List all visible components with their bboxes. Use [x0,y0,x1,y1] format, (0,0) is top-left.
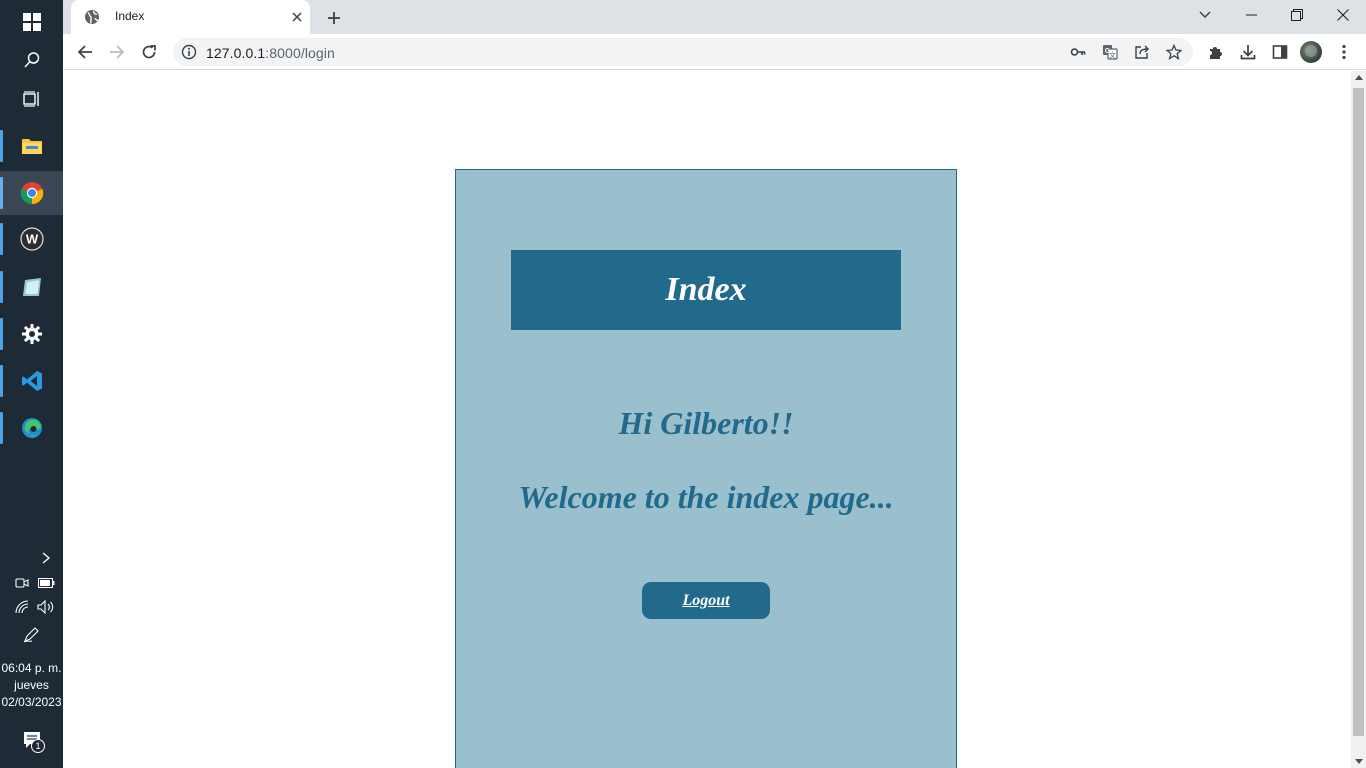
battery-icon [37,578,54,588]
tab-index[interactable]: Index [71,0,310,34]
restore-icon [1291,9,1303,21]
notes-app-icon [22,278,41,296]
pen-icon [23,627,39,643]
wamp-icon: W [19,227,44,251]
clock-day: jueves [14,678,49,692]
restore-button[interactable] [1274,0,1320,30]
folder-icon [21,139,42,154]
extensions-button[interactable] [1205,41,1227,63]
arrow-right-icon [110,45,125,59]
clock-time: 06:04 p. m. [1,661,62,675]
close-tab-icon[interactable] [290,10,304,29]
taskbar-file-explorer[interactable] [0,124,63,168]
reload-button[interactable] [138,41,160,63]
camera-icon [15,578,29,588]
minimize-button[interactable] [1228,0,1274,30]
scroll-down-arrow-icon[interactable] [1355,759,1363,764]
kebab-menu-icon [1342,44,1346,60]
svg-text:W: W [25,232,38,247]
tab-search-button[interactable] [1182,0,1228,30]
share-icon[interactable] [1134,44,1150,65]
url-text: 127.0.0.1:8000/login [206,45,335,61]
download-icon [1240,45,1256,60]
plus-icon [328,12,340,24]
show-hidden-icons-button[interactable] [38,550,54,566]
taskbar-notes[interactable] [0,265,63,309]
logout-link[interactable]: Logout [682,592,729,610]
windows-logo-icon [22,13,41,31]
scroll-thumb[interactable] [1353,88,1364,736]
close-window-button[interactable] [1320,0,1366,30]
chrome-window: Index 127.0.0.1:8000/login G 文 Index Hi … [63,0,1366,768]
page-viewport: Index Hi Gilberto!! Welcome to the index… [63,71,1351,768]
key-icon[interactable] [1070,44,1086,65]
side-panel-button[interactable] [1269,41,1291,63]
network-button[interactable] [14,599,30,615]
gear-icon [21,324,42,344]
forward-button[interactable] [106,41,128,63]
svg-text:文: 文 [1109,51,1116,60]
chrome-icon [20,182,43,205]
battery-button[interactable] [37,575,55,591]
page-scrollbar[interactable] [1351,71,1366,768]
puzzle-icon [1210,47,1222,59]
task-view-button[interactable] [0,77,63,121]
translate-icon[interactable]: G 文 [1102,44,1118,65]
meet-now-button[interactable] [14,575,30,591]
tab-strip: Index [63,0,1366,34]
site-info-icon[interactable] [181,44,197,65]
taskbar-settings[interactable] [0,312,63,356]
minimize-icon [1245,14,1257,16]
greeting-text: Hi Gilberto!! [618,405,794,441]
pen-workspace-button[interactable] [22,626,40,644]
downloads-button[interactable] [1237,41,1259,63]
close-icon [1337,9,1349,21]
arrow-left-icon [77,45,92,59]
search-button[interactable] [0,38,63,82]
taskbar-wamp[interactable]: W [0,217,63,261]
chrome-menu-button[interactable] [1333,41,1355,63]
notification-count-badge: 1 [31,739,45,753]
url-path: :8000/login [265,45,335,61]
address-bar[interactable]: 127.0.0.1:8000/login G 文 [173,38,1193,66]
side-panel-icon [1272,45,1288,59]
volume-button[interactable] [37,599,55,615]
task-view-icon [22,91,39,107]
wifi-icon [15,600,29,614]
taskbar-edge[interactable] [0,406,63,450]
card-header: Index [511,250,901,330]
windows-taskbar: W 06:04 p. m. jueves 02/03/2023 1 [0,0,63,768]
back-button[interactable] [74,41,96,63]
url-host: 127.0.0.1 [206,45,266,61]
speaker-icon [37,600,54,614]
welcome-text: Welcome to the index page... [518,479,894,515]
scroll-up-arrow-icon[interactable] [1355,75,1363,80]
vscode-icon [21,371,42,391]
profile-avatar[interactable] [1300,41,1322,63]
reload-icon [142,45,156,59]
page-title: Index [665,271,747,308]
clock-date: 02/03/2023 [1,695,62,709]
globe-icon [84,9,100,30]
new-tab-button[interactable] [323,7,345,29]
browser-toolbar: 127.0.0.1:8000/login G 文 [63,34,1366,70]
index-card: Index Hi Gilberto!! Welcome to the index… [455,169,957,768]
taskbar-clock[interactable]: 06:04 p. m. jueves 02/03/2023 [0,660,63,711]
action-center-button[interactable]: 1 [18,728,48,758]
logout-button[interactable]: Logout [642,582,770,619]
edge-icon [21,418,42,438]
bookmark-star-icon[interactable] [1165,43,1183,65]
taskbar-vscode[interactable] [0,359,63,403]
chevron-down-icon [1199,11,1211,18]
taskbar-chrome[interactable] [0,171,63,215]
search-icon [23,52,39,68]
tab-title: Index [115,9,145,23]
chevron-right-icon [42,552,51,564]
